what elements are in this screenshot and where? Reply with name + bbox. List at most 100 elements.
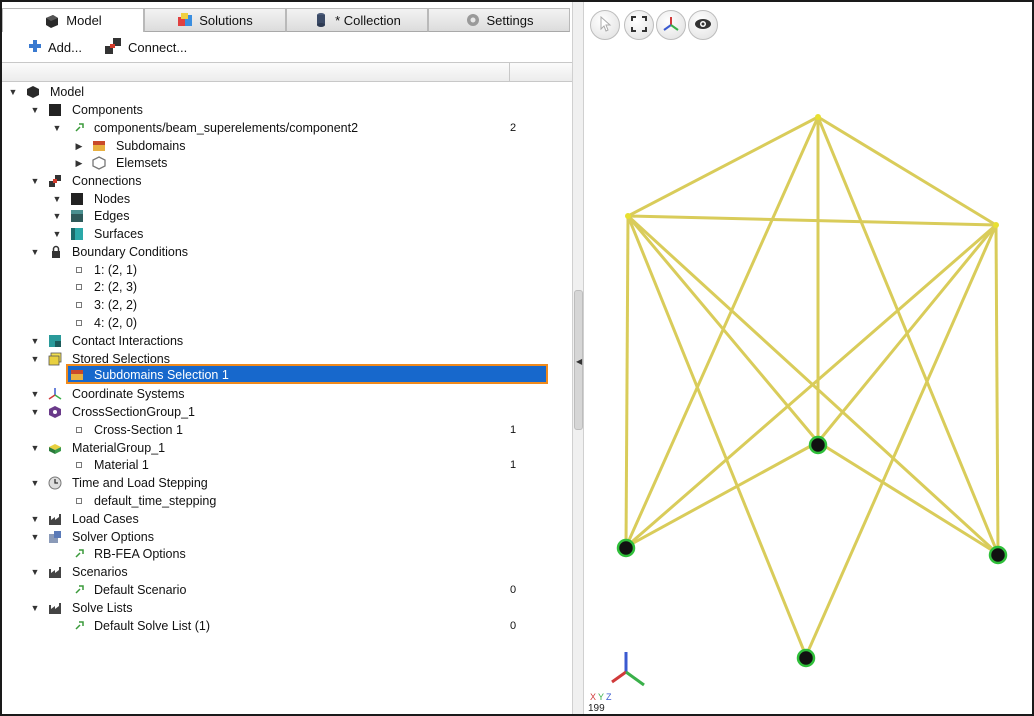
- beam-structure-model: [611, 114, 1008, 687]
- tree-item-rb-fea-options[interactable]: RB-FEA Options: [2, 545, 570, 563]
- tree-item-model[interactable]: ▼ Model: [2, 83, 570, 101]
- collapse-arrow-icon[interactable]: ▶: [74, 141, 84, 151]
- link-check-icon: [74, 583, 88, 597]
- tree-item-label: Edges: [94, 209, 130, 223]
- tree-item-bc-4[interactable]: 4: (2, 0): [2, 314, 570, 332]
- tree-item-bc-1[interactable]: 1: (2, 1): [2, 261, 570, 279]
- tree-item-label: Cross-Section 1: [94, 423, 183, 437]
- expand-arrow-icon[interactable]: ▼: [30, 478, 40, 488]
- toolbar: Add... Connect...: [2, 32, 572, 62]
- tree-item-material-group[interactable]: ▼ MaterialGroup_1: [2, 439, 570, 457]
- 3d-viewport[interactable]: X Y Z 199: [584, 2, 1032, 714]
- tree-item-component2[interactable]: ▼ components/beam_superelements/componen…: [2, 119, 570, 137]
- tree-item-nodes[interactable]: ▼ Nodes: [2, 190, 570, 208]
- tab-solutions[interactable]: Solutions: [144, 8, 286, 32]
- tree-item-default-time-stepping[interactable]: default_time_stepping: [2, 492, 570, 510]
- tab-solutions-label: Solutions: [199, 12, 253, 28]
- tree-item-default-scenario[interactable]: Default Scenario 0: [2, 581, 570, 599]
- tree-item-label: Boundary Conditions: [72, 245, 189, 259]
- tree-item-label: MaterialGroup_1: [72, 441, 166, 455]
- tree-item-default-solve-list[interactable]: Default Solve List (1) 0: [2, 617, 570, 635]
- expand-arrow-icon[interactable]: ▼: [30, 567, 40, 577]
- tree-item-solver-options[interactable]: ▼ Solver Options: [2, 528, 570, 546]
- select-pointer-button[interactable]: [590, 10, 620, 40]
- expand-arrow-icon[interactable]: ▼: [52, 123, 62, 133]
- tree-item-label: Coordinate Systems: [72, 387, 185, 401]
- tree-item-subdomains-selection[interactable]: Subdomains Selection 1: [2, 366, 570, 384]
- tree-item-contact-interactions[interactable]: ▼ Contact Interactions: [2, 332, 570, 350]
- visibility-button[interactable]: [688, 10, 718, 40]
- axes-button[interactable]: [656, 10, 686, 40]
- tree-item-components[interactable]: ▼ Components: [2, 101, 570, 119]
- expand-arrow-icon[interactable]: ▼: [30, 247, 40, 257]
- tree-item-subdomains[interactable]: ▶ Subdomains: [2, 137, 570, 155]
- select-pointer-icon: [598, 15, 612, 35]
- stored-selections-icon: [48, 352, 62, 366]
- contact-icon: [48, 334, 62, 348]
- tree-item-label: components/beam_superelements/component2: [94, 121, 359, 135]
- tree-item-elemsets[interactable]: ▶ Elemsets: [2, 154, 570, 172]
- expand-arrow-icon[interactable]: ▼: [30, 603, 40, 613]
- tab-model-label: Model: [66, 13, 102, 28]
- tree-item-label: Stored Selections: [72, 352, 170, 366]
- expand-arrow-icon[interactable]: ▼: [30, 176, 40, 186]
- tree-item-bc-2[interactable]: 2: (2, 3): [2, 278, 570, 296]
- fit-view-icon: [631, 15, 647, 35]
- tree-item-coordinate-systems[interactable]: ▼ Coordinate Systems: [2, 385, 570, 403]
- tree-item-label: 3: (2, 2): [94, 298, 138, 312]
- leaf-square-icon: [76, 427, 82, 433]
- tree-item-label: Default Solve List (1): [94, 619, 211, 633]
- clock-icon: [48, 476, 62, 490]
- tree-item-label: Default Scenario: [94, 583, 187, 597]
- connect-icon: [104, 37, 122, 58]
- link-check-icon: [74, 121, 88, 135]
- leaf-square-icon: [76, 320, 82, 326]
- tree-item-load-cases[interactable]: ▼ Load Cases: [2, 510, 570, 528]
- expand-arrow-icon[interactable]: ▼: [30, 532, 40, 542]
- add-button[interactable]: Add...: [28, 39, 82, 56]
- tab-model[interactable]: Model: [2, 8, 144, 32]
- model-icon: [44, 13, 60, 29]
- expand-arrow-icon[interactable]: ▼: [52, 211, 62, 221]
- tree-item-label: Material 1: [94, 458, 149, 472]
- tree-item-cross-section-group[interactable]: ▼ CrossSectionGroup_1: [2, 403, 570, 421]
- tree-item-solve-lists[interactable]: ▼ Solve Lists: [2, 599, 570, 617]
- leaf-square-icon: [76, 284, 82, 290]
- expand-arrow-icon[interactable]: ▼: [52, 229, 62, 239]
- collapse-arrow-icon[interactable]: ▶: [74, 158, 84, 168]
- model-browser-panel: Model Solutions * Collection Settings Ad…: [2, 2, 572, 714]
- panel-splitter[interactable]: ◀: [572, 2, 584, 714]
- tab-collection[interactable]: * Collection: [286, 8, 428, 32]
- tree-item-label: Time and Load Stepping: [72, 476, 208, 490]
- fit-view-button[interactable]: [624, 10, 654, 40]
- expand-arrow-icon[interactable]: ▼: [8, 87, 18, 97]
- expand-arrow-icon[interactable]: ▼: [30, 354, 40, 364]
- tree-item-label: 4: (2, 0): [94, 316, 138, 330]
- tree-item-cross-section[interactable]: Cross-Section 1 1: [2, 421, 570, 439]
- expand-arrow-icon[interactable]: ▼: [30, 407, 40, 417]
- tree-item-bc-3[interactable]: 3: (2, 2): [2, 296, 570, 314]
- tree-item-surfaces[interactable]: ▼ Surfaces: [2, 225, 570, 243]
- splitter-arrow-icon[interactable]: ◀: [576, 357, 582, 366]
- axis-label-z: Z: [606, 692, 612, 702]
- connect-button[interactable]: Connect...: [104, 37, 187, 58]
- top-nodes: [625, 114, 999, 228]
- tree-item-label: Components: [72, 103, 143, 117]
- expand-arrow-icon[interactable]: ▼: [30, 514, 40, 524]
- expand-arrow-icon[interactable]: ▼: [30, 105, 40, 115]
- tree-item-scenarios[interactable]: ▼ Scenarios: [2, 563, 570, 581]
- expand-arrow-icon[interactable]: ▼: [30, 336, 40, 346]
- tree-item-edges[interactable]: ▼ Edges: [2, 207, 570, 225]
- tree-item-value: 0: [510, 620, 517, 632]
- expand-arrow-icon[interactable]: ▼: [52, 194, 62, 204]
- tree-item-boundary-conditions[interactable]: ▼ Boundary Conditions: [2, 243, 570, 261]
- tab-settings[interactable]: Settings: [428, 8, 570, 32]
- model-icon: [26, 85, 40, 99]
- tree-item-material[interactable]: Material 1 1: [2, 456, 570, 474]
- tree-item-value: 1: [510, 459, 517, 471]
- expand-arrow-icon[interactable]: ▼: [30, 389, 40, 399]
- tree-item-connections[interactable]: ▼ Connections: [2, 172, 570, 190]
- expand-arrow-icon[interactable]: ▼: [30, 443, 40, 453]
- axis-label-x: X: [590, 692, 597, 702]
- tree-item-time-load-stepping[interactable]: ▼ Time and Load Stepping: [2, 474, 570, 492]
